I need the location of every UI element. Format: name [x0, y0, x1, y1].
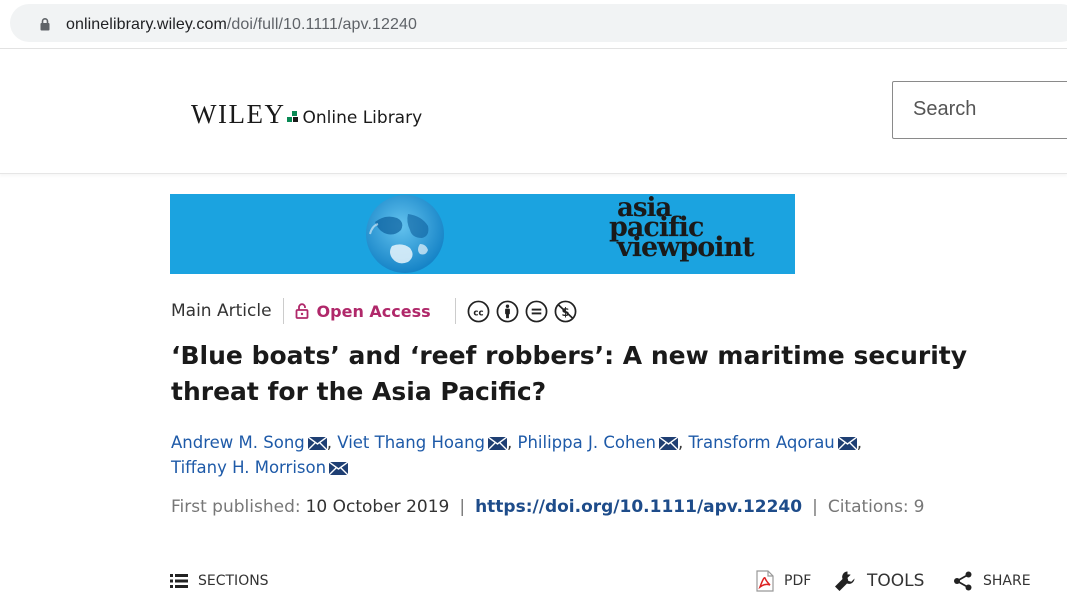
cc-icon: cc	[467, 300, 490, 322]
author-separator: ,	[856, 433, 863, 452]
license-icons[interactable]: cc $	[467, 300, 577, 323]
share-label: SHARE	[983, 573, 1031, 589]
first-published-label: First published:	[171, 497, 301, 517]
pdf-button[interactable]: PDF	[756, 566, 811, 596]
url-field[interactable]: onlinelibrary.wiley.com/doi/full/10.1111…	[10, 4, 1067, 42]
open-lock-icon	[295, 303, 308, 319]
share-icon	[954, 571, 972, 591]
author-link[interactable]: Philippa J. Cohen	[518, 433, 657, 452]
article-toolbar: SECTIONS PDF TOOLS SHARE	[0, 566, 1067, 596]
site-header: WILEY Online Library	[0, 49, 1067, 174]
by-attribution-icon	[496, 300, 519, 322]
envelope-icon[interactable]	[659, 437, 679, 450]
search-input[interactable]	[911, 97, 1067, 122]
author-separator: ,	[507, 433, 513, 452]
envelope-icon[interactable]	[488, 437, 508, 450]
pdf-icon	[756, 570, 774, 592]
url-host: onlinelibrary.wiley.com	[66, 16, 227, 33]
article-title: ‘Blue boats’ and ‘reef robbers’: A new m…	[171, 341, 968, 406]
citations-label: Citations:	[827, 497, 909, 517]
sections-button[interactable]: SECTIONS	[170, 566, 269, 596]
noderivs-icon	[525, 300, 548, 322]
doi-link[interactable]: https://doi.org/10.1111/apv.12240	[475, 497, 802, 517]
journal-title-line3: viewpoint	[617, 232, 755, 263]
open-access-badge[interactable]: Open Access	[295, 302, 431, 321]
share-button[interactable]: SHARE	[953, 566, 1031, 596]
publication-info: First published: 10 October 2019 | https…	[171, 497, 924, 517]
author-list: Andrew M. Song, Viet Thang Hoang, Philip…	[171, 430, 891, 480]
journal-title: asia pacific viewpoint	[607, 195, 755, 263]
svg-text:cc: cc	[473, 308, 483, 318]
divider	[454, 298, 456, 324]
wiley-online-library-logo[interactable]: WILEY Online Library	[191, 99, 422, 129]
author-link[interactable]: Tiffany H. Morrison	[171, 458, 326, 477]
envelope-icon[interactable]	[329, 462, 349, 475]
url-text: onlinelibrary.wiley.com/doi/full/10.1111…	[66, 16, 417, 34]
article-type: Main Article	[171, 301, 272, 321]
logo-product: Online Library	[302, 108, 423, 128]
wrench-icon	[835, 571, 855, 591]
separator: |	[812, 497, 818, 517]
logo-mark-icon	[287, 111, 299, 123]
sections-label: SECTIONS	[198, 573, 269, 589]
separator: |	[459, 497, 466, 517]
url-path: /doi/full/10.1111/apv.12240	[226, 16, 417, 33]
envelope-icon[interactable]	[837, 437, 857, 450]
author-link[interactable]: Viet Thang Hoang	[337, 433, 485, 452]
list-icon	[170, 574, 188, 588]
search-box[interactable]	[892, 81, 1067, 139]
lock-icon	[40, 18, 50, 31]
divider	[282, 298, 284, 324]
citations-count[interactable]: 9	[914, 497, 925, 517]
open-access-label: Open Access	[316, 301, 431, 321]
first-published-date: 10 October 2019	[305, 497, 450, 517]
envelope-icon[interactable]	[307, 437, 327, 450]
logo-brand: WILEY	[191, 99, 286, 129]
journal-banner[interactable]: asia pacific viewpoint	[170, 194, 795, 274]
author-separator: ,	[678, 433, 684, 452]
tools-label: TOOLS	[867, 571, 925, 591]
browser-address-bar: onlinelibrary.wiley.com/doi/full/10.1111…	[0, 0, 1067, 49]
pdf-label: PDF	[784, 573, 812, 589]
author-separator: ,	[326, 433, 333, 452]
author-link[interactable]: Transform Aqorau	[689, 433, 835, 452]
tools-button[interactable]: TOOLS	[833, 566, 924, 596]
article-meta-row: Main Article Open Access cc $	[171, 297, 577, 325]
author-link[interactable]: Andrew M. Song	[171, 433, 305, 452]
noncommercial-icon: $	[554, 300, 577, 322]
